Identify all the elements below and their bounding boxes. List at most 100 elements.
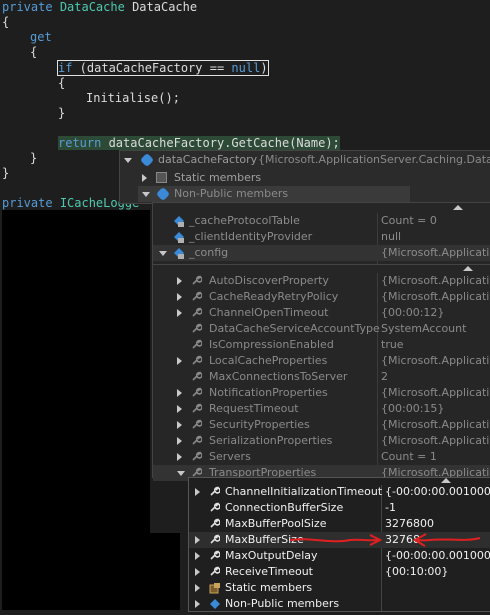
datatip-row[interactable]: Servers Count = 1 <box>153 449 490 465</box>
property-icon <box>209 486 221 498</box>
member-value: true <box>381 338 404 351</box>
member-name: _clientIdentityProvider <box>189 230 313 243</box>
expand-arrow-icon[interactable] <box>195 536 200 544</box>
member-name: NotificationProperties <box>209 386 328 399</box>
expand-arrow-icon[interactable] <box>177 309 182 317</box>
keyword-get: get <box>30 30 52 44</box>
datatip-row[interactable]: _config {Microsoft.Application <box>153 245 490 261</box>
datatip-row[interactable]: ChannelOpenTimeout {00:00:12} <box>153 305 490 321</box>
expand-arrow-icon[interactable] <box>177 277 182 285</box>
scroll-up-icon[interactable] <box>463 266 473 271</box>
datatip-row[interactable]: RequestTimeout {00:00:15} <box>153 401 490 417</box>
code-line-3: get <box>30 30 52 45</box>
member-name: MaxConnectionsToServer <box>209 370 348 383</box>
expand-arrow-icon[interactable] <box>195 552 200 560</box>
expand-arrow-icon[interactable] <box>195 568 200 576</box>
static-members-icon <box>209 582 221 594</box>
datatip-row[interactable]: AutoDiscoverProperty {Microsoft.Applicati… <box>153 273 490 289</box>
member-name: ReceiveTimeout <box>225 565 313 578</box>
member-value: {00:10:00} <box>385 565 449 578</box>
expand-arrow-icon[interactable] <box>195 600 200 608</box>
expand-arrow-icon[interactable] <box>177 293 182 301</box>
type-name: DataCache <box>59 0 125 14</box>
property-icon <box>191 371 203 383</box>
code-line-10: } <box>30 151 38 165</box>
property-icon <box>191 291 203 303</box>
property-name: DataCache <box>132 0 198 14</box>
datatip-row[interactable]: ChannelInitializationTimeout {-00:00:00.0… <box>189 484 490 500</box>
datatip-row[interactable]: ConnectionBufferSize -1 <box>189 500 490 516</box>
scroll-up-icon[interactable] <box>441 478 451 483</box>
collapse-arrow-icon[interactable] <box>124 158 132 163</box>
member-name: RequestTimeout <box>209 402 299 415</box>
expand-arrow-icon[interactable] <box>142 174 147 182</box>
member-name: CacheReadyRetryPolicy <box>209 290 339 303</box>
expand-arrow-icon[interactable] <box>195 584 200 592</box>
field-icon <box>173 215 185 227</box>
datatip-row[interactable]: CacheReadyRetryPolicy {Microsoft.Applicat… <box>153 289 490 305</box>
property-icon <box>191 435 203 447</box>
collapse-arrow-icon[interactable] <box>159 251 167 256</box>
keyword-private: private <box>2 0 53 14</box>
static-members-label: Static members <box>174 171 262 184</box>
property-icon <box>209 518 221 530</box>
annotation-arrow-right <box>415 537 481 542</box>
collapse-arrow-icon[interactable] <box>142 192 150 197</box>
property-icon <box>191 307 203 319</box>
static-members-icon <box>156 172 167 183</box>
member-name: ChannelInitializationTimeout <box>225 485 383 498</box>
keyword-private: private <box>2 196 53 210</box>
expand-arrow-icon[interactable] <box>177 357 182 365</box>
datatip-level2: AutoDiscoverProperty {Microsoft.Applicati… <box>152 264 490 481</box>
code-line-9: return dataCacheFactory.GetCache(Name); <box>58 136 340 151</box>
datatip-row[interactable]: DataCacheServiceAccountType SystemAccount <box>153 321 490 337</box>
datatip-row[interactable]: MaxConnectionsToServer 2 <box>153 369 490 385</box>
property-icon <box>191 339 203 351</box>
member-name: LocalCacheProperties <box>209 354 328 367</box>
datatip-row-datacachefactory[interactable]: dataCacheFactory {Microsoft.ApplicationS… <box>120 152 490 168</box>
datatip-row[interactable]: IsCompressionEnabled true <box>153 337 490 353</box>
property-icon <box>209 550 221 562</box>
non-public-icon <box>155 186 171 202</box>
code-line-7: Initialise(); <box>86 91 180 105</box>
scroll-up-icon[interactable] <box>453 205 463 210</box>
member-value: null <box>381 230 402 243</box>
expand-arrow-icon[interactable] <box>177 453 182 461</box>
expand-arrow-icon[interactable] <box>177 437 182 445</box>
property-icon <box>209 566 221 578</box>
datatip-row-static-members[interactable]: Static members <box>138 170 490 186</box>
datatip-row[interactable]: _cacheProtocolTable Count = 0 <box>153 213 490 229</box>
expand-arrow-icon[interactable] <box>177 405 182 413</box>
annotation-arrow-left <box>290 538 379 543</box>
datatip-row[interactable]: LocalCacheProperties {Microsoft.Applicati… <box>153 353 490 369</box>
field-icon <box>173 231 185 243</box>
collapse-arrow-icon[interactable] <box>177 471 185 476</box>
member-value: {00:00:15} <box>381 402 445 415</box>
property-icon <box>209 534 221 546</box>
expand-arrow-icon[interactable] <box>177 421 182 429</box>
non-public-icon <box>209 598 221 610</box>
member-name: ChannelOpenTimeout <box>209 306 329 319</box>
keyword-return: return <box>58 136 102 150</box>
expand-arrow-icon[interactable] <box>195 488 200 496</box>
non-public-label: Non-Public members <box>174 187 289 200</box>
datatip-row-non-public[interactable]: Non-Public members <box>138 186 410 202</box>
datatip-row[interactable]: SecurityProperties {Microsoft.Applicatio <box>153 417 490 433</box>
code-line-1: private DataCache DataCache <box>2 0 197 15</box>
datatip-row[interactable]: SerializationProperties {Microsoft.Applic… <box>153 433 490 449</box>
member-name: SecurityProperties <box>209 418 310 431</box>
annotation-arrows <box>290 533 481 547</box>
datatip-row[interactable]: NotificationProperties {Microsoft.Applica… <box>153 385 490 401</box>
member-name: DataCacheServiceAccountType <box>209 322 380 335</box>
datatip-row[interactable]: Static members <box>189 580 490 596</box>
property-icon <box>191 323 203 335</box>
member-value: Count = 1 <box>381 450 437 463</box>
member-value: -1 <box>385 501 396 514</box>
member-name: Static members <box>225 581 313 594</box>
datatip-row[interactable]: _clientIdentityProvider null <box>153 229 490 245</box>
member-name: Servers <box>209 450 251 463</box>
datatip-row[interactable]: ReceiveTimeout {00:10:00} <box>189 564 490 580</box>
code-line-8: } <box>58 106 66 120</box>
member-name: _cacheProtocolTable <box>189 214 300 227</box>
expand-arrow-icon[interactable] <box>177 389 182 397</box>
